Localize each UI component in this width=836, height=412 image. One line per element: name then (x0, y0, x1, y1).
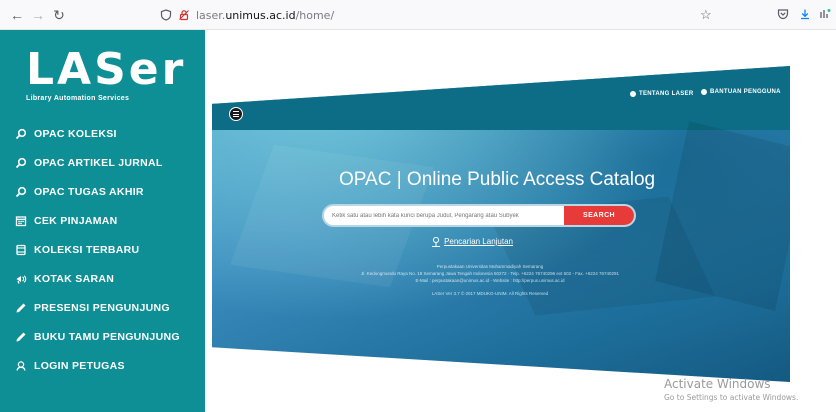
sidebar-item-buku-tamu-pengunjung[interactable]: BUKU TAMU PENGUNJUNG (0, 322, 205, 351)
search-icon (14, 127, 28, 141)
sidebar-item-cek-pinjaman[interactable]: CEK PINJAMAN (0, 206, 205, 235)
calendar-icon (14, 214, 28, 228)
sidebar-item-label: OPAC KOLEKSI (34, 127, 117, 140)
sidebar-item-kotak-saran[interactable]: KOTAK SARAN (0, 264, 205, 293)
search-button[interactable]: SEARCH (564, 206, 634, 225)
hamburger-icon-line (233, 116, 239, 117)
search-icon (14, 185, 28, 199)
pencil-icon (14, 330, 28, 344)
shield-icon[interactable] (160, 9, 172, 21)
advanced-search-link[interactable]: ⚲ Pencarian Lanjutan (432, 235, 513, 248)
arrow-left-icon: ← (10, 7, 24, 23)
hamburger-icon-line (233, 111, 239, 112)
forward-button[interactable]: → (27, 4, 49, 26)
menu-toggle-button[interactable] (229, 107, 243, 121)
feedback-icon (14, 272, 28, 286)
sidebar-item-label: OPAC ARTIKEL JURNAL (34, 156, 163, 169)
sidebar-item-presensi-pengunjung[interactable]: PRESENSI PENGUNJUNG (0, 293, 205, 322)
browser-toolbar: ← → ↻ laser.unimus.ac.id/home/ ☆ (0, 0, 836, 30)
hero-header-bar (212, 66, 790, 130)
footer-line: LASer Ver 3.7 © 2017 MDUKG-UNIM. All Rig… (431, 291, 549, 296)
info-icon (630, 91, 636, 97)
url-path: /home/ (295, 8, 335, 22)
page-title: OPAC | Online Public Access Catalog (339, 169, 656, 190)
footer-line: Perpustakaan Universitas Muhammadiyah Se… (436, 264, 544, 269)
url-bar[interactable]: laser.unimus.ac.id/home/ (160, 4, 836, 26)
windows-activation-watermark: Activate Windows Go to Settings to activ… (664, 377, 798, 402)
library-footer-info: Perpustakaan Universitas Muhammadiyah Se… (300, 263, 680, 297)
search-input[interactable] (324, 206, 564, 225)
footer-line: Jl. Kedungmundu Raya No. 18 Semarang Jaw… (360, 271, 620, 276)
sidebar-item-label: LOGIN PETUGAS (34, 359, 125, 372)
laser-logo[interactable]: LASer Library Automation Services (26, 44, 187, 114)
extensions-icon[interactable] (819, 8, 831, 20)
hamburger-icon-line (233, 113, 239, 115)
sidebar-item-login-petugas[interactable]: LOGIN PETUGAS (0, 351, 205, 380)
lock-icon[interactable] (178, 9, 190, 21)
url-domain: unimus.ac.id (225, 8, 296, 22)
sidebar-item-label: BUKU TAMU PENGUNJUNG (34, 330, 180, 343)
about-laser-label: TENTANG LASER (639, 91, 694, 97)
watermark-title: Activate Windows (664, 377, 771, 391)
star-icon[interactable]: ☆ (700, 6, 712, 24)
pocket-icon[interactable] (777, 8, 789, 20)
pencil-icon (14, 301, 28, 315)
logo-subtitle: Library Automation Services (26, 95, 130, 102)
url-prefix: laser. (196, 8, 226, 22)
user-help-link[interactable]: BANTUAN PENGGUNA (701, 89, 781, 95)
search-bar: SEARCH (322, 204, 636, 227)
sidebar-item-label: KOLEKSI TERBARU (34, 243, 140, 256)
search-icon (14, 156, 28, 170)
reload-icon: ↻ (53, 6, 65, 23)
help-icon (701, 89, 707, 95)
sidebar: LASer Library Automation Services OPAC K… (0, 30, 205, 412)
arrow-right-icon: → (31, 7, 45, 23)
watermark-subtitle: Go to Settings to activate Windows. (664, 393, 799, 402)
url-text[interactable]: laser.unimus.ac.id/home/ (196, 9, 334, 22)
sidebar-item-koleksi-terbaru[interactable]: KOLEKSI TERBARU (0, 235, 205, 264)
download-icon[interactable] (799, 8, 811, 20)
footer-line: E-Mail : perpustakaan@unimus.ac.id - Web… (415, 278, 565, 283)
sidebar-item-opac-artikel-jurnal[interactable]: OPAC ARTIKEL JURNAL (0, 148, 205, 177)
sidebar-menu: OPAC KOLEKSI OPAC ARTIKEL JURNAL OPAC TU… (0, 119, 205, 380)
about-laser-link[interactable]: TENTANG LASER (630, 91, 693, 97)
user-icon (14, 359, 28, 373)
logo-text: LASer (26, 44, 187, 95)
sidebar-item-label: OPAC TUGAS AKHIR (34, 185, 144, 198)
search-icon: ⚲ (432, 236, 441, 248)
sidebar-item-label: CEK PINJAMAN (34, 214, 118, 227)
reload-button[interactable]: ↻ (48, 4, 70, 26)
sidebar-item-label: KOTAK SARAN (34, 272, 115, 285)
book-icon (14, 243, 28, 257)
sidebar-item-label: PRESENSI PENGUNJUNG (34, 301, 170, 314)
sidebar-item-opac-tugas-akhir[interactable]: OPAC TUGAS AKHIR (0, 177, 205, 206)
back-button[interactable]: ← (6, 4, 28, 26)
sidebar-item-opac-koleksi[interactable]: OPAC KOLEKSI (0, 119, 205, 148)
advanced-search-label: Pencarian Lanjutan (444, 237, 514, 246)
user-help-label: BANTUAN PENGGUNA (710, 89, 781, 95)
